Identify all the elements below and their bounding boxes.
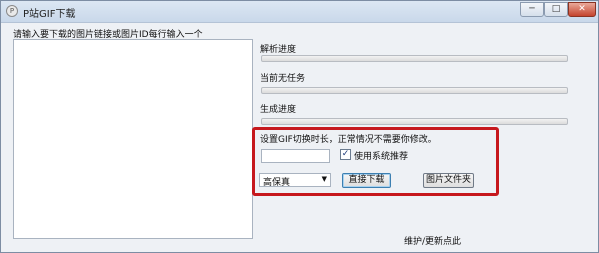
task-progress-bar (261, 87, 568, 94)
parse-progress-label: 解析进度 (260, 45, 297, 55)
task-status-label: 当前无任务 (260, 74, 306, 84)
quality-select[interactable]: 高保真 ▼ (259, 173, 331, 188)
app-window: P P站GIF下载 ─ □ ✕ 请输入要下载的图片链接或图片ID每行输入一个 解… (0, 0, 599, 253)
quality-selected-value: 高保真 (263, 178, 291, 188)
maximize-button[interactable]: □ (544, 2, 568, 17)
image-folder-button[interactable]: 图片文件夹 (423, 173, 474, 188)
window-title: P站GIF下载 (23, 9, 76, 20)
close-button[interactable]: ✕ (568, 2, 596, 17)
minimize-button[interactable]: ─ (520, 2, 544, 17)
title-bar[interactable]: P P站GIF下载 ─ □ ✕ (1, 1, 598, 23)
url-list-input[interactable] (13, 39, 253, 239)
duration-hint: 设置GIF切换时长，正常情况不需要你修改。 (260, 135, 437, 145)
gif-duration-input[interactable] (261, 149, 330, 163)
use-system-label: 使用系统推荐 (354, 152, 409, 162)
direct-download-button[interactable]: 直接下载 (342, 173, 391, 188)
app-icon: P (6, 5, 18, 17)
parse-progress-bar (261, 55, 568, 62)
generate-progress-label: 生成进度 (260, 105, 297, 115)
generate-progress-bar (261, 118, 568, 125)
chevron-down-icon: ▼ (321, 175, 327, 183)
use-system-checkbox[interactable]: ✓ (340, 149, 351, 160)
maintenance-link[interactable]: 维护/更新点此 (404, 234, 461, 247)
